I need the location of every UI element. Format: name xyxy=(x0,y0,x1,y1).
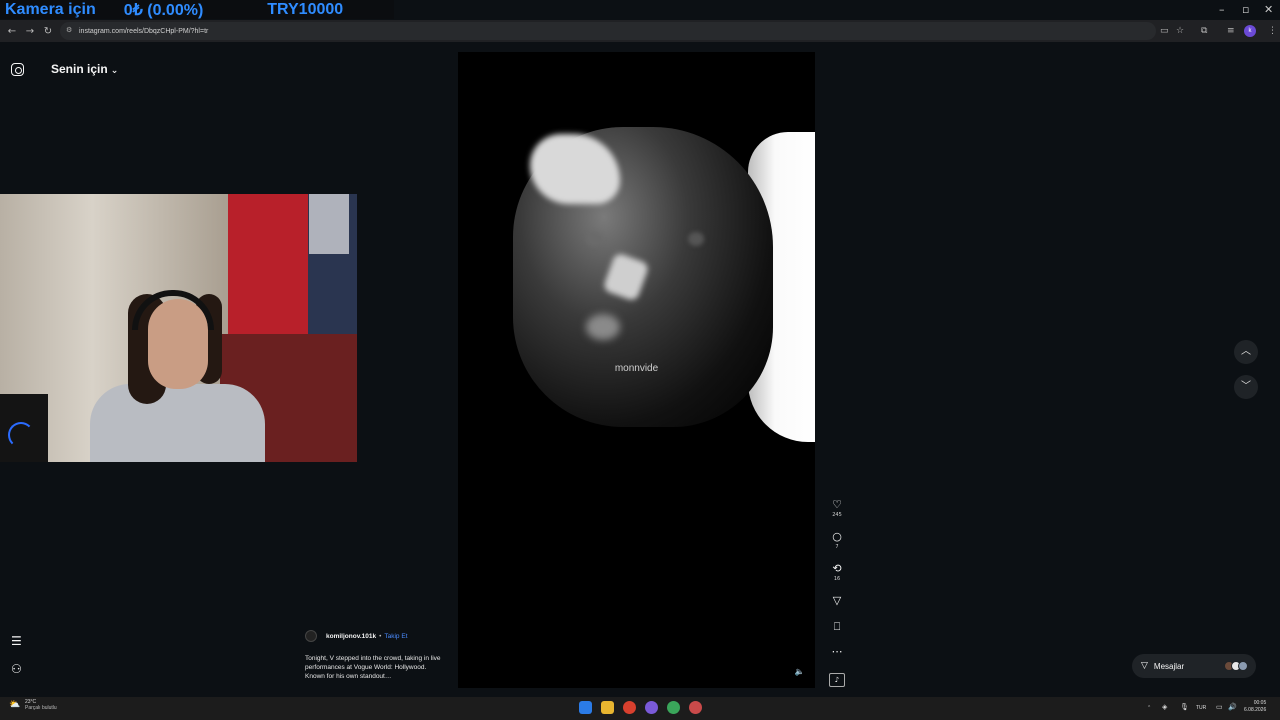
heart-icon: ♡ xyxy=(832,498,842,511)
chevron-up-icon: ︿ xyxy=(1241,346,1251,357)
browser-toolbar: ← → ↻ ⚙ instagram.com/reels/DbqzCHpl-PM/… xyxy=(0,20,1280,42)
like-button[interactable]: ♡ 245 xyxy=(829,498,845,519)
author-name[interactable]: komiljonov.101k xyxy=(326,633,376,640)
chevron-down-icon: ﹀ xyxy=(1241,381,1251,392)
apps-icon[interactable]: ⚇ xyxy=(11,662,22,676)
extensions-icon[interactable]: ⧉ xyxy=(1201,26,1207,36)
file-explorer-icon[interactable] xyxy=(601,701,614,714)
send-icon: ▽ xyxy=(1141,661,1148,671)
cast-icon[interactable]: ▭ xyxy=(1160,26,1169,36)
feed-selector-label: Senin için xyxy=(51,62,108,76)
overlay-label: Kamera için xyxy=(5,0,96,18)
app-icon[interactable] xyxy=(645,701,658,714)
url-text: instagram.com/reels/DbqzCHpl-PM/?hl=tr xyxy=(79,27,209,35)
audio-thumbnail[interactable]: ♪ xyxy=(829,673,845,687)
minimize-button[interactable]: – xyxy=(1219,3,1225,16)
bookmark-icon: ⎕ xyxy=(833,620,841,633)
share-button[interactable]: ▽ xyxy=(829,595,845,607)
video-watermark: monnvide xyxy=(614,363,659,374)
reel-author: komiljonov.101k • Takip Et xyxy=(305,630,408,642)
repost-button[interactable]: ⟲ 16 xyxy=(829,562,845,583)
media-icon[interactable]: ≡ xyxy=(1227,26,1235,36)
tray-app-icon[interactable]: ◈ xyxy=(1162,703,1167,711)
network-icon[interactable]: ▭ xyxy=(1216,703,1223,711)
messages-label: Mesajlar xyxy=(1153,661,1185,671)
profile-avatar[interactable]: k xyxy=(1244,25,1256,37)
back-button[interactable]: ← xyxy=(3,26,21,37)
app-icon[interactable] xyxy=(689,701,702,714)
overlay-goal: TRY10000 xyxy=(267,0,344,18)
repost-count: 16 xyxy=(833,576,841,582)
comment-button[interactable]: ○ 7 xyxy=(829,530,845,551)
microphone-icon[interactable]: 🎙 xyxy=(1180,703,1189,711)
previous-reel-button[interactable]: ︿ xyxy=(1234,340,1258,364)
feed-selector[interactable]: Senin için ⌄ xyxy=(51,62,118,76)
forward-button[interactable]: → xyxy=(21,26,39,37)
author-avatar[interactable] xyxy=(305,630,317,642)
chevron-down-icon: ⌄ xyxy=(110,66,119,76)
clock[interactable]: 00:05 6.08.2026 xyxy=(1244,700,1266,714)
restore-button[interactable]: ▫ xyxy=(1242,3,1249,16)
menu-hamburger-icon[interactable]: ☰ xyxy=(11,634,22,648)
chrome-profile-icon[interactable] xyxy=(667,701,680,714)
comment-count: 7 xyxy=(835,544,839,550)
repost-icon: ⟲ xyxy=(832,562,842,575)
more-icon: ⋯ xyxy=(831,645,843,658)
like-count: 245 xyxy=(832,512,842,518)
save-button[interactable]: ⎕ xyxy=(829,621,845,633)
volume-icon[interactable]: 🔊 xyxy=(1228,703,1237,711)
follow-button[interactable]: Takip Et xyxy=(384,633,407,640)
reel-caption[interactable]: Tonight, V stepped into the crowd, takin… xyxy=(305,654,445,681)
overlay-amount: 0₺ (0.00%) xyxy=(123,1,204,19)
tray-chevron-icon[interactable]: ⌃ xyxy=(1147,705,1151,711)
more-options-button[interactable]: ⋯ xyxy=(829,646,845,658)
reload-button[interactable]: ↻ xyxy=(39,26,57,37)
weather-condition: Parçalı bulutlu xyxy=(25,705,57,711)
address-bar[interactable]: ⚙ instagram.com/reels/DbqzCHpl-PM/?hl=tr xyxy=(60,22,1156,40)
weather-cloud-icon: ⛅ xyxy=(9,700,21,710)
send-icon: ▽ xyxy=(832,594,842,607)
comment-icon: ○ xyxy=(832,530,842,543)
webcam-overlay xyxy=(0,194,357,462)
message-avatars xyxy=(1224,661,1248,671)
weather-widget[interactable]: ⛅ 23°C Parçalı bulutlu xyxy=(9,699,57,711)
next-reel-button[interactable]: ﹀ xyxy=(1234,375,1258,399)
separator-dot: • xyxy=(379,632,382,640)
menu-kebab-icon[interactable]: ⋮ xyxy=(1268,26,1277,36)
clock-time: 00:05 xyxy=(1253,700,1267,706)
messages-button[interactable]: ▽ Mesajlar xyxy=(1132,654,1256,678)
clock-date: 6.08.2026 xyxy=(1244,707,1267,713)
windows-taskbar: ⛅ 23°C Parçalı bulutlu xyxy=(0,697,1280,720)
reel-video[interactable]: monnvide 🔈 xyxy=(458,52,815,688)
site-info-icon[interactable]: ⚙ xyxy=(66,26,74,35)
chrome-icon[interactable] xyxy=(623,701,636,714)
close-button[interactable]: ✕ xyxy=(1264,3,1273,16)
audio-icon: ♪ xyxy=(829,673,845,687)
avatar xyxy=(1238,661,1248,671)
start-button-icon[interactable] xyxy=(579,701,592,714)
instagram-logo-icon[interactable] xyxy=(11,63,24,76)
language-indicator[interactable]: TUR xyxy=(1196,705,1206,711)
mute-toggle-icon[interactable]: 🔈 xyxy=(794,666,805,677)
stream-donation-overlay: Kamera için 0₺ (0.00%) TRY10000 xyxy=(0,0,394,19)
bookmark-star-icon[interactable]: ☆ xyxy=(1176,26,1184,36)
